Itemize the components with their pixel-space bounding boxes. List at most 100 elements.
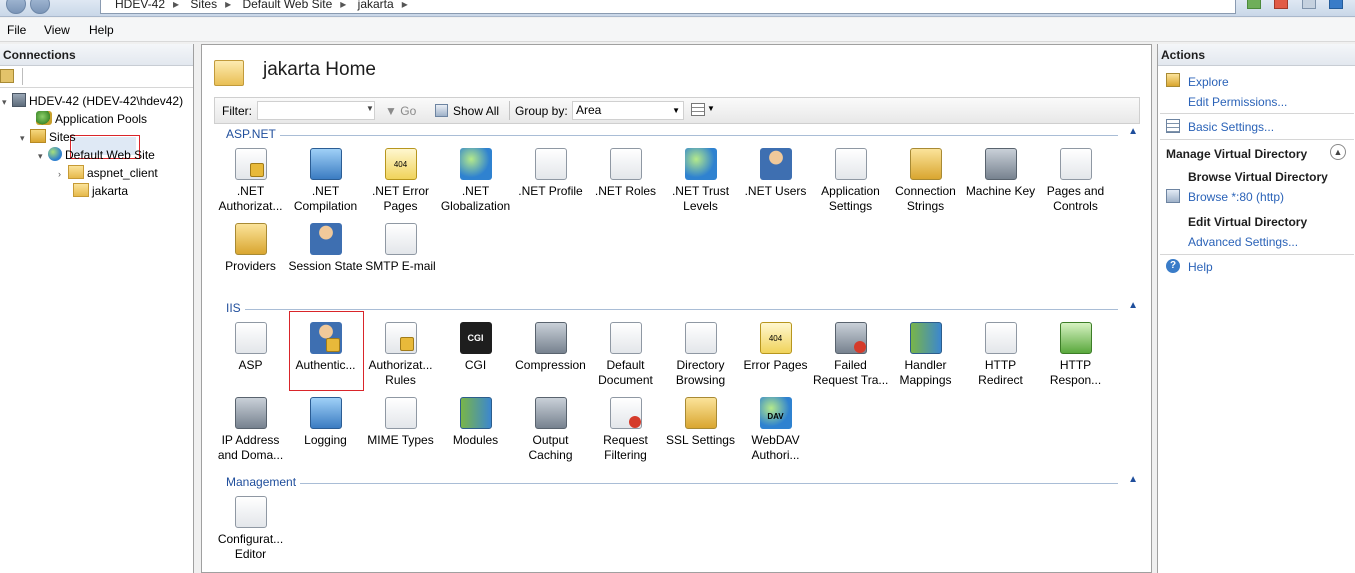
refresh-icon[interactable] xyxy=(1247,0,1261,9)
filter-dropdown-icon[interactable]: ▼ xyxy=(366,104,374,113)
feature-smtp-email[interactable]: SMTP E-mail xyxy=(363,223,438,274)
breadcrumb[interactable]: HDEV-42 ▸ Sites ▸ Default Web Site ▸ jakart… xyxy=(100,0,1236,14)
advanced-settings-link[interactable]: Advanced Settings... xyxy=(1188,235,1298,249)
feature-compression[interactable]: Compression xyxy=(513,322,588,373)
feature-net-authorization[interactable]: .NET Authorizat... xyxy=(213,148,288,214)
breadcrumb-item[interactable]: Default Web Site xyxy=(242,0,332,11)
edit-virtual-directory-header: Edit Virtual Directory xyxy=(1188,215,1308,229)
breadcrumb-item[interactable]: Sites xyxy=(190,0,217,11)
feature-http-response-headers[interactable]: HTTP Respon... xyxy=(1038,322,1113,388)
machine-key-icon xyxy=(984,148,1017,180)
forward-button[interactable] xyxy=(30,0,50,14)
expand-arrow-icon[interactable]: › xyxy=(58,165,68,183)
feature-label: .NET xyxy=(311,184,340,198)
browse-icon xyxy=(1166,189,1180,203)
feature-label: .NET Users xyxy=(744,184,807,198)
filter-input[interactable] xyxy=(257,101,375,120)
handler-mappings-icon xyxy=(909,322,942,354)
feature-connection-strings[interactable]: Connection Strings xyxy=(888,148,963,214)
tree-node-label: aspnet_client xyxy=(87,166,158,180)
breadcrumb-item[interactable]: HDEV-42 xyxy=(115,0,165,11)
feature-mime-types[interactable]: MIME Types xyxy=(363,397,438,448)
feature-net-users[interactable]: .NET Users xyxy=(738,148,813,199)
feature-net-globalization[interactable]: .NET Globalization xyxy=(438,148,513,214)
collapse-section-icon[interactable]: ▲ xyxy=(1128,300,1138,311)
feature-failed-request-tracing[interactable]: Failed Request Tra... xyxy=(813,322,888,388)
collapse-arrow-icon[interactable]: ▾ xyxy=(20,129,30,147)
logging-icon xyxy=(309,397,342,429)
basic-settings-link[interactable]: Basic Settings... xyxy=(1188,120,1274,134)
menu-view[interactable]: View xyxy=(44,23,70,37)
feature-output-caching[interactable]: Output Caching xyxy=(513,397,588,463)
feature-pages-and-controls[interactable]: Pages and Controls xyxy=(1038,148,1113,214)
breadcrumb-separator: ▸ xyxy=(340,0,347,11)
menu-file[interactable]: File xyxy=(7,23,26,37)
feature-http-redirect[interactable]: HTTP Redirect xyxy=(963,322,1038,388)
feature-webdav-authoring[interactable]: DAV WebDAV Authori... xyxy=(738,397,813,463)
browse-http-link[interactable]: Browse *:80 (http) xyxy=(1188,190,1284,204)
feature-label: Pages and xyxy=(1046,184,1105,198)
view-mode-dropdown-icon[interactable]: ▼ xyxy=(707,104,715,113)
help-icon[interactable] xyxy=(1329,0,1344,9)
explore-link[interactable]: Explore xyxy=(1188,75,1229,89)
help-icon: ? xyxy=(1166,259,1180,273)
section-title: ASP.NET xyxy=(226,127,280,141)
feature-default-document[interactable]: Default Document xyxy=(588,322,663,388)
feature-net-roles[interactable]: .NET Roles xyxy=(588,148,663,199)
feature-label: Strings xyxy=(906,199,945,213)
feature-configuration-editor[interactable]: Configurat... Editor xyxy=(213,496,288,562)
connect-icon[interactable] xyxy=(0,69,14,83)
stop-icon[interactable] xyxy=(1274,0,1289,9)
feature-authentication[interactable]: Authentic... xyxy=(288,322,363,373)
feature-directory-browsing[interactable]: Directory Browsing xyxy=(663,322,738,388)
feature-session-state[interactable]: Session State xyxy=(288,223,363,274)
menu-help[interactable]: Help xyxy=(89,23,114,37)
tree-node-application-pools[interactable]: Application Pools xyxy=(36,110,147,128)
feature-asp[interactable]: ASP xyxy=(213,322,288,373)
tree-node-jakarta[interactable]: jakarta xyxy=(73,182,128,200)
feature-label: CGI xyxy=(464,358,487,372)
tree-node-sites[interactable]: ▾ Sites xyxy=(20,128,76,146)
feature-ip-address-domain[interactable]: IP Address and Doma... xyxy=(213,397,288,463)
edit-permissions-link[interactable]: Edit Permissions... xyxy=(1188,95,1287,109)
chevron-down-icon: ▼ xyxy=(672,106,680,115)
feature-ssl-settings[interactable]: SSL Settings xyxy=(663,397,738,448)
feature-request-filtering[interactable]: Request Filtering xyxy=(588,397,663,463)
feature-net-error-pages[interactable]: 404 .NET Error Pages xyxy=(363,148,438,214)
tree-node-server[interactable]: ▾ HDEV-42 (HDEV-42\hdev42) xyxy=(2,92,183,110)
collapse-arrow-icon[interactable]: ▾ xyxy=(2,93,12,111)
feature-modules[interactable]: Modules xyxy=(438,397,513,448)
show-all-button[interactable]: Show All xyxy=(453,104,499,118)
toolbar-icons xyxy=(1247,0,1353,12)
section-management[interactable]: Management ▲ xyxy=(226,474,1138,491)
feature-error-pages[interactable]: 404 Error Pages xyxy=(738,322,813,373)
tree-node-aspnet-client[interactable]: › aspnet_client xyxy=(58,164,158,182)
view-mode-icon[interactable] xyxy=(691,103,705,116)
section-aspnet[interactable]: ASP.NET ▲ xyxy=(226,126,1138,143)
breadcrumb-separator: ▸ xyxy=(225,0,232,11)
collapse-section-icon[interactable]: ▲ xyxy=(1128,126,1138,137)
feature-net-trust-levels[interactable]: .NET Trust Levels xyxy=(663,148,738,214)
breadcrumb-item[interactable]: jakarta xyxy=(358,0,394,11)
feature-handler-mappings[interactable]: Handler Mappings xyxy=(888,322,963,388)
back-button[interactable] xyxy=(6,0,26,14)
group-by-select[interactable]: Area ▼ xyxy=(572,101,684,120)
go-button[interactable]: ▼ Go xyxy=(385,104,416,118)
tree-node-default-web-site[interactable]: ▾ Default Web Site xyxy=(38,146,155,164)
feature-machine-key[interactable]: Machine Key xyxy=(963,148,1038,199)
collapse-group-icon[interactable]: ▲ xyxy=(1330,144,1346,160)
feature-application-settings[interactable]: Application Settings xyxy=(813,148,888,214)
feature-providers[interactable]: Providers xyxy=(213,223,288,274)
browse-virtual-directory-header: Browse Virtual Directory xyxy=(1188,170,1328,184)
feature-net-compilation[interactable]: .NET Compilation xyxy=(288,148,363,214)
modules-icon xyxy=(459,397,492,429)
home-icon[interactable] xyxy=(1301,0,1316,9)
collapse-section-icon[interactable]: ▲ xyxy=(1128,474,1138,485)
collapse-arrow-icon[interactable]: ▾ xyxy=(38,147,48,165)
feature-logging[interactable]: Logging xyxy=(288,397,363,448)
feature-authorization-rules[interactable]: Authorizat... Rules xyxy=(363,322,438,388)
feature-net-profile[interactable]: .NET Profile xyxy=(513,148,588,199)
feature-label: Caching xyxy=(528,448,573,462)
feature-cgi[interactable]: CGI CGI xyxy=(438,322,513,373)
help-link[interactable]: Help xyxy=(1188,260,1213,274)
